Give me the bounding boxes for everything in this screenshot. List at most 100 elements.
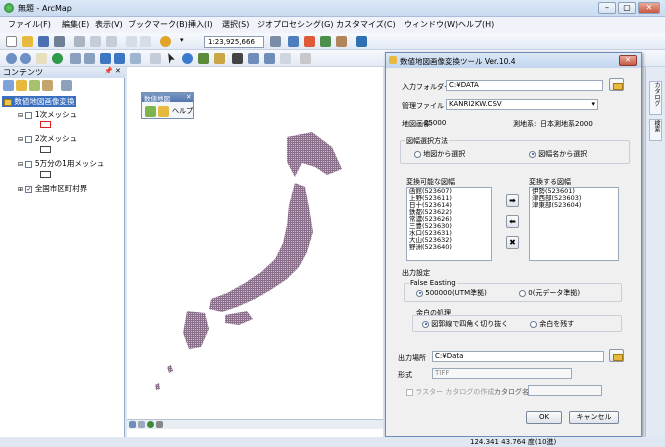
list-by-visibility-icon[interactable] [29,80,40,91]
input-folder-browse-icon[interactable] [609,78,624,91]
map-scrollbar-area[interactable] [127,419,383,429]
select-elements-icon[interactable] [168,53,175,64]
radio-icon[interactable] [416,289,423,297]
convert-tool-icon[interactable] [145,106,156,117]
add-arrow-button[interactable]: ➡ [506,194,519,207]
remove-arrow-button[interactable]: ⬅ [506,215,519,228]
time-slider-icon[interactable] [300,53,311,64]
layer-checkbox[interactable]: ✓ [25,185,33,193]
menu-edit[interactable]: 編集(E) [62,19,89,30]
search-window-icon[interactable] [320,36,331,47]
zoom-in-icon[interactable] [6,53,17,64]
layer-checkbox[interactable] [25,111,33,119]
toc-options-icon[interactable] [61,80,72,91]
minimize-button[interactable]: – [598,2,616,14]
layer-symbol[interactable] [40,146,51,153]
convertible-listbox[interactable]: 函館(523607) 上野(523611) 日十(523614) 鉄都(5236… [406,187,492,261]
menu-file[interactable]: ファイル(F) [8,19,51,30]
new-document-icon[interactable] [6,36,17,47]
hyperlink-icon[interactable] [198,53,209,64]
layer-checkbox[interactable] [25,135,33,143]
map-view[interactable] [127,67,383,437]
layer-row-1[interactable]: ⊟ 1次メッシュ [18,109,77,120]
find-icon[interactable] [232,53,243,64]
select-from-name-radio[interactable]: 図幅名から選択 [529,149,587,159]
ok-button[interactable]: OK [526,411,562,424]
dialog-close-button[interactable]: ✕ [619,55,637,66]
save-icon[interactable] [38,36,49,47]
layer-row-3[interactable]: ⊟ 5万分の1用メッシュ [18,158,104,169]
layer-row-2[interactable]: ⊟ 2次メッシュ [18,133,77,144]
collapse-icon[interactable]: ⊟ [18,161,23,168]
format-field[interactable]: TIFF [432,368,572,379]
search-tab[interactable]: 検索 [649,119,662,141]
arctoolbox-icon[interactable] [336,36,347,47]
close-button[interactable]: ✕ [638,2,660,14]
list-by-selection-icon[interactable] [42,80,53,91]
menu-help[interactable]: ヘルプ(H) [458,19,494,30]
clear-button[interactable]: ✖ [506,236,519,249]
fixed-zoom-in-icon[interactable] [70,53,81,64]
html-popup-icon[interactable] [214,53,225,64]
collapse-icon[interactable]: ⊟ [18,136,23,143]
catalog-tab[interactable]: カタログ [649,81,662,115]
help-button[interactable]: ヘルプ [172,106,193,116]
radio-icon[interactable] [422,320,429,328]
scale-dropdown-arrow-icon[interactable]: ▾ [180,36,184,44]
menu-select[interactable]: 選択(S) [222,19,249,30]
output-browse-icon[interactable] [609,349,624,362]
help-book-icon[interactable] [158,106,169,117]
mini-close-icon[interactable]: ✕ [186,93,191,101]
layer-symbol[interactable] [40,121,51,128]
checkbox-icon[interactable] [406,388,413,396]
undo-icon[interactable] [126,36,137,47]
route-icon[interactable] [248,53,259,64]
clear-selection-icon[interactable] [150,53,161,64]
pan-icon[interactable] [36,53,47,64]
redo-icon[interactable] [140,36,151,47]
list-item[interactable]: 津東部(523604) [530,202,618,209]
maximize-button[interactable]: ▢ [618,2,636,14]
input-folder-field[interactable]: C:¥DATA [446,80,603,91]
select-features-icon[interactable] [130,53,141,64]
radio-icon[interactable] [519,289,526,297]
list-by-drawing-order-icon[interactable] [3,80,14,91]
back-extent-icon[interactable] [100,53,111,64]
editor-icon[interactable] [270,36,281,47]
fe-utm-radio[interactable]: 500000(UTM準拠) [416,288,487,298]
identify-window-icon[interactable] [288,36,299,47]
layer-group-row[interactable]: 数値地図画像変換 [2,96,77,107]
layout-view-icon[interactable] [138,421,145,428]
convert-listbox[interactable]: 伊勢(523601) 津西部(523603) 津東部(523604) [529,187,619,261]
menu-geoprocessing[interactable]: ジオプロセシング(G) [257,19,333,30]
catalog-icon[interactable] [304,36,315,47]
chevron-down-icon[interactable]: ▾ [591,100,595,109]
identify-icon[interactable] [182,53,193,64]
data-view-icon[interactable] [129,421,136,428]
goto-xy-icon[interactable] [264,53,275,64]
python-icon[interactable] [356,36,367,47]
margin-clip-radio[interactable]: 図郭線で四角く切り抜く [422,319,508,329]
open-icon[interactable] [22,36,33,47]
measure-icon[interactable] [280,53,291,64]
raster-catalog-checkbox[interactable]: ラスター カタログの作成 [406,387,494,397]
menu-customize[interactable]: カスタマイズ(C) [336,19,396,30]
layer-symbol[interactable] [40,171,51,178]
pin-icon[interactable]: 📌 [104,67,113,75]
zoom-out-icon[interactable] [20,53,31,64]
menu-windows[interactable]: ウィンドウ(W) [404,19,458,30]
select-from-map-radio[interactable]: 地図から選択 [414,149,465,159]
add-data-icon[interactable] [160,36,171,47]
radio-icon[interactable] [414,150,421,158]
radio-icon[interactable] [530,320,537,328]
copy-icon[interactable] [90,36,101,47]
output-place-field[interactable]: C:¥Data [432,351,604,362]
cut-icon[interactable] [74,36,85,47]
pause-drawing-icon[interactable] [156,421,163,428]
menu-bookmarks[interactable]: ブックマーク(B) [128,19,188,30]
layer-row-4[interactable]: ⊞ ✓ 全国市区町村界 [18,183,87,194]
menu-view[interactable]: 表示(V) [95,19,123,30]
full-extent-icon[interactable] [52,53,63,64]
expand-icon[interactable]: ⊞ [18,186,23,193]
forward-extent-icon[interactable] [114,53,125,64]
